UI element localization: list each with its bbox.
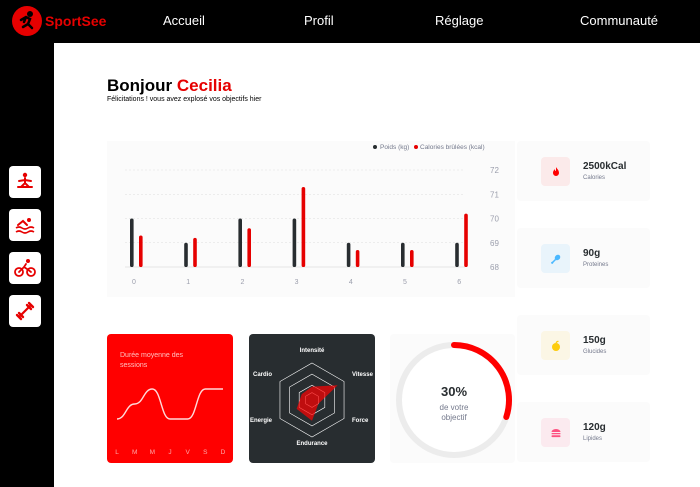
sessions-line <box>116 388 223 420</box>
bar-poids <box>455 242 459 267</box>
legend-calories: Calories brûlées (kcal) <box>420 144 485 151</box>
x-tick-label: 5 <box>403 279 407 286</box>
radar-axis-label: Cardio <box>253 372 272 378</box>
nav-profil[interactable]: Profil <box>304 13 334 28</box>
nav-accueil[interactable]: Accueil <box>163 13 205 28</box>
nav-communaute[interactable]: Communauté <box>580 13 658 28</box>
carbs-value: 150g <box>583 335 606 346</box>
bar-calories <box>464 213 468 267</box>
bar-poids <box>292 218 297 267</box>
sidebar-item-yoga[interactable] <box>9 166 41 198</box>
score-chart-card: 30% de votre objectif <box>390 334 515 463</box>
sessions-chart-card: Durée moyenne des sessions LMMJVSD <box>107 334 233 463</box>
bar-calories <box>355 250 360 267</box>
day-label: J <box>168 449 171 456</box>
y-tick-label: 68 <box>490 263 499 272</box>
day-label: M <box>132 449 137 456</box>
score-percent: 30% <box>440 384 468 399</box>
performance-chart: Intensité Vitesse Force Endurance Energie Car… <box>250 348 374 447</box>
score-subtitle: de votre objectif <box>390 403 518 423</box>
y-tick-label: 70 <box>490 215 499 224</box>
y-tick-label: 72 <box>490 166 499 175</box>
x-tick-label: 1 <box>186 279 190 286</box>
congrats-message: Félicitations ! vous avez explosé vos ob… <box>107 96 262 103</box>
radar-axis-label: Vitesse <box>352 372 374 378</box>
lipids-value: 120g <box>583 422 606 433</box>
fire-icon <box>541 157 570 186</box>
cycling-icon <box>14 259 36 277</box>
legend-poids: Poids (kg) <box>380 144 409 151</box>
bar-calories <box>247 228 251 267</box>
x-tick-label: 3 <box>295 279 299 286</box>
logo[interactable]: SportSee <box>12 6 106 36</box>
greeting-hello: Bonjour <box>107 76 173 95</box>
lipids-label: Lipides <box>583 436 603 442</box>
apple-icon <box>541 331 570 360</box>
radar-axis-label: Energie <box>250 418 273 424</box>
x-tick-label: 4 <box>349 279 353 286</box>
day-label: D <box>221 449 226 456</box>
calories-label: Calories <box>583 175 606 181</box>
score-subtitle-line-1: de votre <box>439 403 469 412</box>
brand-name: SportSee <box>45 13 107 29</box>
day-label: M <box>150 449 155 456</box>
day-label: L <box>115 449 119 456</box>
bar-calories <box>410 250 414 267</box>
sidebar-item-swimming[interactable] <box>9 209 41 241</box>
burger-icon <box>541 418 570 447</box>
sessions-chart: LMMJVSD <box>115 388 226 456</box>
activity-chart: 72 71 70 69 68 0 1 2 3 4 5 6 Poids (kg) Calories brûl… <box>125 144 499 286</box>
score-inner <box>402 348 506 452</box>
runner-icon <box>12 6 42 36</box>
score-subtitle-line-2: objectif <box>441 413 467 422</box>
performance-chart-card: Intensité Vitesse Force Endurance Energie Car… <box>249 334 375 463</box>
bar-calories <box>139 235 143 267</box>
sidebar <box>0 43 54 487</box>
bar-poids <box>130 218 134 267</box>
sidebar-item-dumbbell[interactable] <box>9 295 41 327</box>
x-tick-label: 0 <box>132 279 136 286</box>
dumbbell-icon <box>15 301 35 321</box>
bar-poids <box>401 242 405 267</box>
user-name: Cecilia <box>176 76 232 95</box>
nav-reglage[interactable]: Réglage <box>435 13 483 28</box>
key-data-proteins: 90g Proteines <box>517 228 650 288</box>
bar-calories <box>193 237 197 267</box>
sidebar-item-cycling[interactable] <box>9 252 41 284</box>
radar-axis-label: Force <box>352 418 369 424</box>
bar-poids <box>346 242 351 267</box>
bar-poids <box>184 242 188 267</box>
key-data-lipids: 120g Lipides <box>517 402 650 462</box>
y-tick-label: 69 <box>490 239 499 248</box>
radar-axis-label: Endurance <box>296 441 328 447</box>
x-tick-label: 6 <box>457 279 461 286</box>
y-tick-label: 71 <box>490 190 499 199</box>
calories-value: 2500kCal <box>583 161 627 172</box>
yoga-icon <box>17 172 33 188</box>
day-label: S <box>203 449 208 456</box>
drumstick-icon <box>541 244 570 273</box>
legend-marker-calories <box>414 145 418 149</box>
x-tick-label: 2 <box>240 279 244 286</box>
page-title: Bonjour Cecilia <box>107 76 232 96</box>
key-data-carbs: 150g Glucides <box>517 315 650 375</box>
swimming-icon <box>15 218 35 234</box>
bar-calories <box>301 186 306 267</box>
legend-marker-poids <box>373 145 377 149</box>
radar-axis-label: Intensité <box>300 348 325 354</box>
carbs-label: Glucides <box>583 349 607 355</box>
top-bar: SportSee Accueil Profil Réglage Communau… <box>0 0 700 43</box>
proteins-value: 90g <box>583 248 601 259</box>
day-label: V <box>185 449 190 456</box>
bar-poids <box>238 218 242 267</box>
proteins-label: Proteines <box>583 262 609 268</box>
activity-chart-card: 72 71 70 69 68 0 1 2 3 4 5 6 Poids (kg) Calories brûl… <box>107 141 515 297</box>
key-data-calories: 2500kCal Calories <box>517 141 650 201</box>
